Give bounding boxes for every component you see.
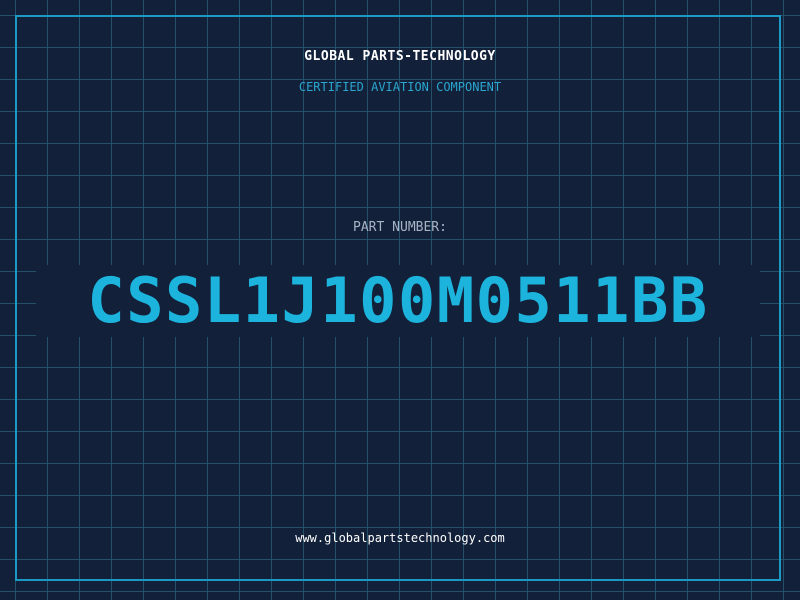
label-canvas: GLOBAL PARTS-TECHNOLOGY CERTIFIED AVIATI… <box>0 0 800 600</box>
part-number-panel: CSSL1J100M0511BB <box>36 265 760 337</box>
part-number-label: PART NUMBER: <box>353 220 447 235</box>
company-name: GLOBAL PARTS-TECHNOLOGY <box>304 49 496 64</box>
tagline: CERTIFIED AVIATION COMPONENT <box>298 80 502 94</box>
website-url: www.globalpartstechnology.com <box>295 531 505 545</box>
part-number-value: CSSL1J100M0511BB <box>87 264 709 337</box>
